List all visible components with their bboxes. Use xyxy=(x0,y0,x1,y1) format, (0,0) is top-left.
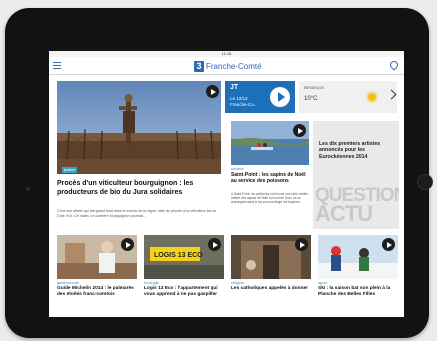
play-icon[interactable] xyxy=(121,238,134,251)
jt-play-icon[interactable] xyxy=(270,87,290,107)
weather-city: Besançon xyxy=(304,85,325,90)
promo-text: Les dix premiers artistes annoncés pour … xyxy=(319,141,381,160)
bottom-item-category: gastronomie xyxy=(57,280,80,285)
play-icon[interactable] xyxy=(382,238,395,251)
play-icon[interactable] xyxy=(208,238,221,251)
brand-logo[interactable]: 3 Franche-Comté xyxy=(194,60,262,72)
app-screen: 11:15 3 Franche-Comté justice Procès d'u… xyxy=(49,51,404,317)
sun-icon xyxy=(368,93,376,101)
weather-widget[interactable]: Besançon 10°C xyxy=(299,81,397,113)
promo-big-actu: ACTU xyxy=(315,201,373,226)
bottom-item-title[interactable]: Guide Michelin 2014 : le palmarès des ét… xyxy=(57,286,137,298)
camera-dot xyxy=(26,187,30,191)
lead-tag: justice xyxy=(62,167,78,173)
tablet-bezel: 11:15 3 Franche-Comté justice Procès d'u… xyxy=(5,8,433,338)
bottom-item-category: religion xyxy=(231,280,244,285)
jt-line1: Le 12/13 xyxy=(230,96,248,101)
brand-name: Franche-Comté xyxy=(206,61,262,71)
app-header: 3 Franche-Comté xyxy=(49,57,404,75)
article2-body: A Saint-Point, les pêcheurs ont trouvé u… xyxy=(231,192,310,204)
article2-category: société xyxy=(231,166,244,171)
logis-sign-text: LOGIS 13 ECO xyxy=(154,252,203,259)
vineyard-photo xyxy=(57,81,221,174)
bottom-item-image[interactable]: LOGIS 13 ECO xyxy=(144,235,224,279)
bottom-item-category: écologie xyxy=(144,280,159,285)
article2-image[interactable] xyxy=(231,121,309,165)
lead-body: C'est une affaire qui fait grand bruit d… xyxy=(57,209,217,218)
bottom-item-title[interactable]: Ski : la saison bat son plein à la Planc… xyxy=(318,286,398,298)
bottom-item-title[interactable]: Logis 13 Eco : l'appartement qui vous ap… xyxy=(144,286,224,298)
question-actu-promo[interactable]: Les dix premiers artistes annoncés pour … xyxy=(313,121,399,229)
play-icon[interactable] xyxy=(206,85,219,98)
bottom-item-category: sport xyxy=(318,280,327,285)
bottom-item-image[interactable] xyxy=(231,235,311,279)
location-pin-icon[interactable] xyxy=(388,59,400,71)
lead-article-image[interactable] xyxy=(57,81,221,174)
jt-line2: Franche-Co... xyxy=(230,102,258,107)
bottom-item-image[interactable] xyxy=(318,235,398,279)
bottom-item-title[interactable]: Les catholiques appelés à donner xyxy=(231,286,311,292)
menu-icon[interactable] xyxy=(53,62,61,69)
jt-widget[interactable]: JT Le 12/13 Franche-Co... xyxy=(225,81,295,113)
home-button[interactable] xyxy=(417,174,433,190)
play-icon[interactable] xyxy=(293,124,306,137)
jt-label: JT xyxy=(230,84,239,91)
logo-mark: 3 xyxy=(194,60,204,72)
status-time: 11:15 xyxy=(221,51,232,56)
chevron-right-icon[interactable] xyxy=(386,89,397,100)
lead-title[interactable]: Procès d'un viticulteur bourguignon : le… xyxy=(57,179,221,197)
bottom-item-image[interactable] xyxy=(57,235,137,279)
weather-temp: 10°C xyxy=(304,96,318,102)
article2-title[interactable]: Saint-Point : les sapins de Noël au serv… xyxy=(231,172,311,184)
play-icon[interactable] xyxy=(295,238,308,251)
